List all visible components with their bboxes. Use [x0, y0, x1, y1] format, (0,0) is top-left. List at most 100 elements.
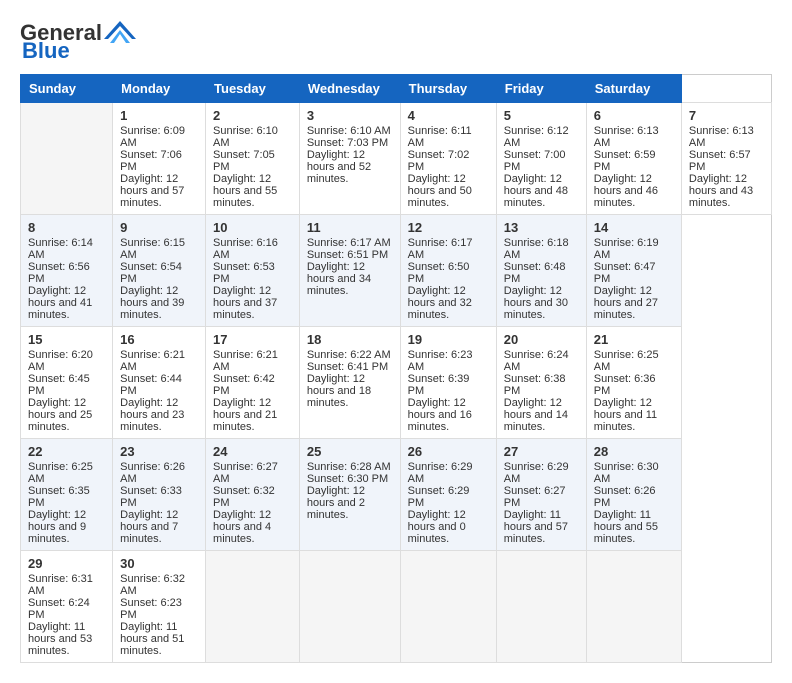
- daylight-text: Daylight: 12 hours and 46 minutes.: [594, 173, 658, 209]
- header-friday: Friday: [496, 75, 586, 103]
- calendar-cell: 25 Sunrise: 6:28 AM Sunset: 6:30 PM Dayl…: [299, 439, 400, 551]
- sunset-text: Sunset: 6:56 PM: [28, 261, 90, 285]
- calendar-cell: 26 Sunrise: 6:29 AM Sunset: 6:29 PM Dayl…: [400, 439, 496, 551]
- daylight-text: Daylight: 12 hours and 52 minutes.: [307, 149, 371, 185]
- day-number: 16: [120, 332, 198, 347]
- calendar-cell: 14 Sunrise: 6:19 AM Sunset: 6:47 PM Dayl…: [586, 215, 681, 327]
- sunset-text: Sunset: 6:24 PM: [28, 597, 90, 621]
- day-number: 21: [594, 332, 674, 347]
- daylight-text: Daylight: 12 hours and 11 minutes.: [594, 397, 657, 433]
- sunrise-text: Sunrise: 6:16 AM: [213, 237, 278, 261]
- sunset-text: Sunset: 6:27 PM: [504, 485, 566, 509]
- calendar-cell: 20 Sunrise: 6:24 AM Sunset: 6:38 PM Dayl…: [496, 327, 586, 439]
- daylight-text: Daylight: 12 hours and 7 minutes.: [120, 509, 178, 545]
- day-number: 8: [28, 220, 105, 235]
- header-thursday: Thursday: [400, 75, 496, 103]
- calendar-cell: 19 Sunrise: 6:23 AM Sunset: 6:39 PM Dayl…: [400, 327, 496, 439]
- sunset-text: Sunset: 6:53 PM: [213, 261, 275, 285]
- sunrise-text: Sunrise: 6:31 AM: [28, 573, 93, 597]
- sunset-text: Sunset: 6:32 PM: [213, 485, 275, 509]
- daylight-text: Daylight: 12 hours and 39 minutes.: [120, 285, 184, 321]
- sunrise-text: Sunrise: 6:10 AM: [213, 125, 278, 149]
- sunrise-text: Sunrise: 6:12 AM: [504, 125, 569, 149]
- sunrise-text: Sunrise: 6:23 AM: [408, 349, 473, 373]
- daylight-text: Daylight: 12 hours and 57 minutes.: [120, 173, 184, 209]
- calendar-week-row: 8 Sunrise: 6:14 AM Sunset: 6:56 PM Dayli…: [21, 215, 772, 327]
- day-number: 1: [120, 108, 198, 123]
- daylight-text: Daylight: 12 hours and 27 minutes.: [594, 285, 658, 321]
- sunrise-text: Sunrise: 6:22 AM: [307, 349, 391, 361]
- calendar-cell: [21, 103, 113, 215]
- calendar-cell: 5 Sunrise: 6:12 AM Sunset: 7:00 PM Dayli…: [496, 103, 586, 215]
- calendar-cell: 11 Sunrise: 6:17 AM Sunset: 6:51 PM Dayl…: [299, 215, 400, 327]
- day-number: 14: [594, 220, 674, 235]
- day-number: 7: [689, 108, 764, 123]
- sunset-text: Sunset: 6:54 PM: [120, 261, 182, 285]
- sunset-text: Sunset: 6:45 PM: [28, 373, 90, 397]
- sunset-text: Sunset: 6:35 PM: [28, 485, 90, 509]
- day-number: 15: [28, 332, 105, 347]
- day-number: 22: [28, 444, 105, 459]
- day-number: 18: [307, 332, 393, 347]
- day-number: 11: [307, 220, 393, 235]
- daylight-text: Daylight: 12 hours and 18 minutes.: [307, 373, 371, 409]
- calendar-week-row: 15 Sunrise: 6:20 AM Sunset: 6:45 PM Dayl…: [21, 327, 772, 439]
- sunrise-text: Sunrise: 6:13 AM: [689, 125, 754, 149]
- calendar-cell: 15 Sunrise: 6:20 AM Sunset: 6:45 PM Dayl…: [21, 327, 113, 439]
- sunset-text: Sunset: 6:50 PM: [408, 261, 470, 285]
- calendar-cell: 22 Sunrise: 6:25 AM Sunset: 6:35 PM Dayl…: [21, 439, 113, 551]
- sunrise-text: Sunrise: 6:18 AM: [504, 237, 569, 261]
- day-number: 6: [594, 108, 674, 123]
- sunset-text: Sunset: 6:44 PM: [120, 373, 182, 397]
- sunset-text: Sunset: 6:48 PM: [504, 261, 566, 285]
- daylight-text: Daylight: 12 hours and 50 minutes.: [408, 173, 472, 209]
- sunset-text: Sunset: 6:30 PM: [307, 473, 388, 485]
- daylight-text: Daylight: 12 hours and 4 minutes.: [213, 509, 271, 545]
- sunset-text: Sunset: 6:39 PM: [408, 373, 470, 397]
- daylight-text: Daylight: 12 hours and 37 minutes.: [213, 285, 277, 321]
- daylight-text: Daylight: 12 hours and 21 minutes.: [213, 397, 277, 433]
- sunrise-text: Sunrise: 6:24 AM: [504, 349, 569, 373]
- sunset-text: Sunset: 7:03 PM: [307, 137, 388, 149]
- day-number: 23: [120, 444, 198, 459]
- calendar-cell: 16 Sunrise: 6:21 AM Sunset: 6:44 PM Dayl…: [113, 327, 206, 439]
- daylight-text: Daylight: 11 hours and 53 minutes.: [28, 621, 92, 657]
- sunrise-text: Sunrise: 6:11 AM: [408, 125, 472, 149]
- calendar-cell: 13 Sunrise: 6:18 AM Sunset: 6:48 PM Dayl…: [496, 215, 586, 327]
- calendar-cell: [206, 551, 300, 663]
- daylight-text: Daylight: 12 hours and 34 minutes.: [307, 261, 371, 297]
- day-number: 27: [504, 444, 579, 459]
- day-number: 20: [504, 332, 579, 347]
- sunrise-text: Sunrise: 6:15 AM: [120, 237, 185, 261]
- day-number: 19: [408, 332, 489, 347]
- logo: General Blue: [20, 20, 136, 64]
- daylight-text: Daylight: 12 hours and 43 minutes.: [689, 173, 753, 209]
- day-number: 3: [307, 108, 393, 123]
- calendar-cell: 18 Sunrise: 6:22 AM Sunset: 6:41 PM Dayl…: [299, 327, 400, 439]
- daylight-text: Daylight: 12 hours and 48 minutes.: [504, 173, 568, 209]
- daylight-text: Daylight: 12 hours and 23 minutes.: [120, 397, 184, 433]
- daylight-text: Daylight: 11 hours and 57 minutes.: [504, 509, 568, 545]
- sunrise-text: Sunrise: 6:29 AM: [504, 461, 569, 485]
- calendar-cell: 17 Sunrise: 6:21 AM Sunset: 6:42 PM Dayl…: [206, 327, 300, 439]
- sunset-text: Sunset: 6:51 PM: [307, 249, 388, 261]
- daylight-text: Daylight: 12 hours and 32 minutes.: [408, 285, 472, 321]
- calendar-cell: 4 Sunrise: 6:11 AM Sunset: 7:02 PM Dayli…: [400, 103, 496, 215]
- daylight-text: Daylight: 11 hours and 51 minutes.: [120, 621, 184, 657]
- calendar-cell: 2 Sunrise: 6:10 AM Sunset: 7:05 PM Dayli…: [206, 103, 300, 215]
- sunset-text: Sunset: 7:00 PM: [504, 149, 566, 173]
- day-number: 5: [504, 108, 579, 123]
- sunrise-text: Sunrise: 6:21 AM: [213, 349, 278, 373]
- day-number: 25: [307, 444, 393, 459]
- logo-icon: [104, 21, 136, 43]
- day-number: 26: [408, 444, 489, 459]
- calendar-cell: 8 Sunrise: 6:14 AM Sunset: 6:56 PM Dayli…: [21, 215, 113, 327]
- sunrise-text: Sunrise: 6:27 AM: [213, 461, 278, 485]
- sunrise-text: Sunrise: 6:14 AM: [28, 237, 93, 261]
- header-sunday: Sunday: [21, 75, 113, 103]
- calendar-cell: 30 Sunrise: 6:32 AM Sunset: 6:23 PM Dayl…: [113, 551, 206, 663]
- daylight-text: Daylight: 12 hours and 14 minutes.: [504, 397, 568, 433]
- sunrise-text: Sunrise: 6:32 AM: [120, 573, 185, 597]
- sunrise-text: Sunrise: 6:10 AM: [307, 125, 391, 137]
- calendar-cell: 24 Sunrise: 6:27 AM Sunset: 6:32 PM Dayl…: [206, 439, 300, 551]
